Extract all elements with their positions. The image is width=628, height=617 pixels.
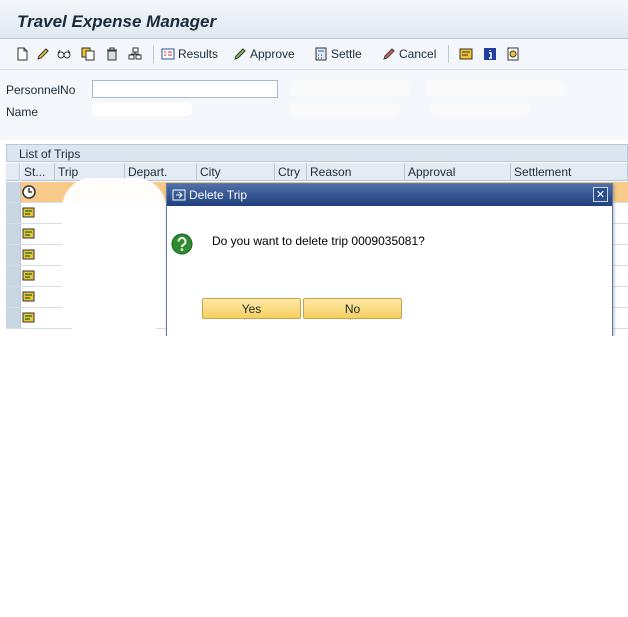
list-of-trips-title: List of Trips [6, 144, 628, 162]
settings-icon [459, 48, 473, 60]
approve-icon [234, 48, 246, 60]
redacted-value [290, 102, 400, 116]
create-button[interactable] [15, 45, 29, 63]
column-header[interactable]: Reason [307, 163, 405, 181]
approve-label: Approve [250, 47, 295, 61]
row-selector[interactable] [6, 308, 21, 328]
trip-status-icon [22, 312, 35, 323]
column-header[interactable]: St... [21, 163, 55, 181]
dialog-message: Do you want to delete trip 0009035081? [212, 234, 425, 248]
name-label: Name [6, 105, 39, 119]
hierarchy-icon [128, 47, 142, 60]
row-selector[interactable] [6, 203, 21, 223]
other-trip-button[interactable] [128, 45, 142, 63]
settings-button[interactable] [459, 45, 473, 63]
delete-trip-dialog: Delete Trip ✕ Do you want to delete trip… [166, 183, 613, 336]
redacted-name [92, 102, 192, 116]
pencil-icon [37, 48, 49, 60]
help-button[interactable] [506, 45, 520, 63]
no-button[interactable]: No [303, 298, 402, 319]
column-header[interactable]: City [197, 163, 275, 181]
trip-status-icon [22, 249, 35, 260]
cancel-label: Cancel [399, 47, 437, 61]
row-selector[interactable] [6, 287, 21, 307]
change-button[interactable] [36, 45, 50, 63]
window-title: Travel Expense Manager [17, 12, 217, 31]
approve-button[interactable]: Approve [233, 45, 295, 63]
row-selector[interactable] [6, 182, 21, 202]
delete-button[interactable] [105, 45, 119, 63]
info-icon [484, 48, 496, 60]
settle-label: Settle [331, 47, 362, 61]
results-label: Results [178, 47, 219, 61]
select-all-cell[interactable] [6, 163, 20, 181]
new-document-icon [17, 47, 28, 61]
info-button[interactable] [483, 45, 497, 63]
trip-status-icon [22, 270, 35, 281]
title-bar: Travel Expense Manager [0, 0, 628, 39]
redacted-value [290, 82, 410, 96]
column-header[interactable]: Approval [405, 163, 511, 181]
settle-button[interactable]: Settle [314, 45, 362, 63]
column-header[interactable]: Settlement [511, 163, 628, 181]
glasses-icon [57, 49, 71, 59]
cancel-icon [383, 48, 395, 60]
copy-icon [81, 47, 95, 61]
personnel-field[interactable] [92, 80, 278, 98]
results-icon [161, 48, 175, 60]
clock-icon [22, 185, 36, 199]
display-button[interactable] [57, 45, 71, 63]
row-selector[interactable] [6, 224, 21, 244]
dialog-title: Delete Trip [189, 188, 248, 202]
trash-icon [107, 47, 117, 61]
trip-status-icon [22, 291, 35, 302]
personnel-label: PersonnelNo [6, 83, 76, 97]
question-icon [171, 233, 193, 255]
sap-window: Travel Expense Manager Results Approve S… [0, 0, 628, 336]
trip-header: PersonnelNo Name [0, 70, 628, 140]
dialog-window-icon [172, 189, 186, 201]
redacted-area [62, 178, 166, 336]
column-header[interactable]: Ctry [275, 163, 307, 181]
results-button[interactable]: Results [161, 45, 218, 63]
row-selector[interactable] [6, 245, 21, 265]
close-button[interactable]: ✕ [593, 187, 608, 202]
cancel-button[interactable]: Cancel [382, 45, 436, 63]
help-icon [507, 47, 519, 61]
row-selector[interactable] [6, 266, 21, 286]
redacted-value [425, 82, 565, 96]
dialog-title-bar: Delete Trip ✕ [167, 184, 612, 206]
calculator-icon [315, 47, 327, 61]
trip-status-icon [22, 228, 35, 239]
redacted-value [430, 102, 530, 116]
copy-button[interactable] [81, 45, 95, 63]
trip-status-icon [22, 207, 35, 218]
yes-button[interactable]: Yes [202, 298, 301, 319]
toolbar: Results Approve Settle Cancel [0, 39, 628, 70]
